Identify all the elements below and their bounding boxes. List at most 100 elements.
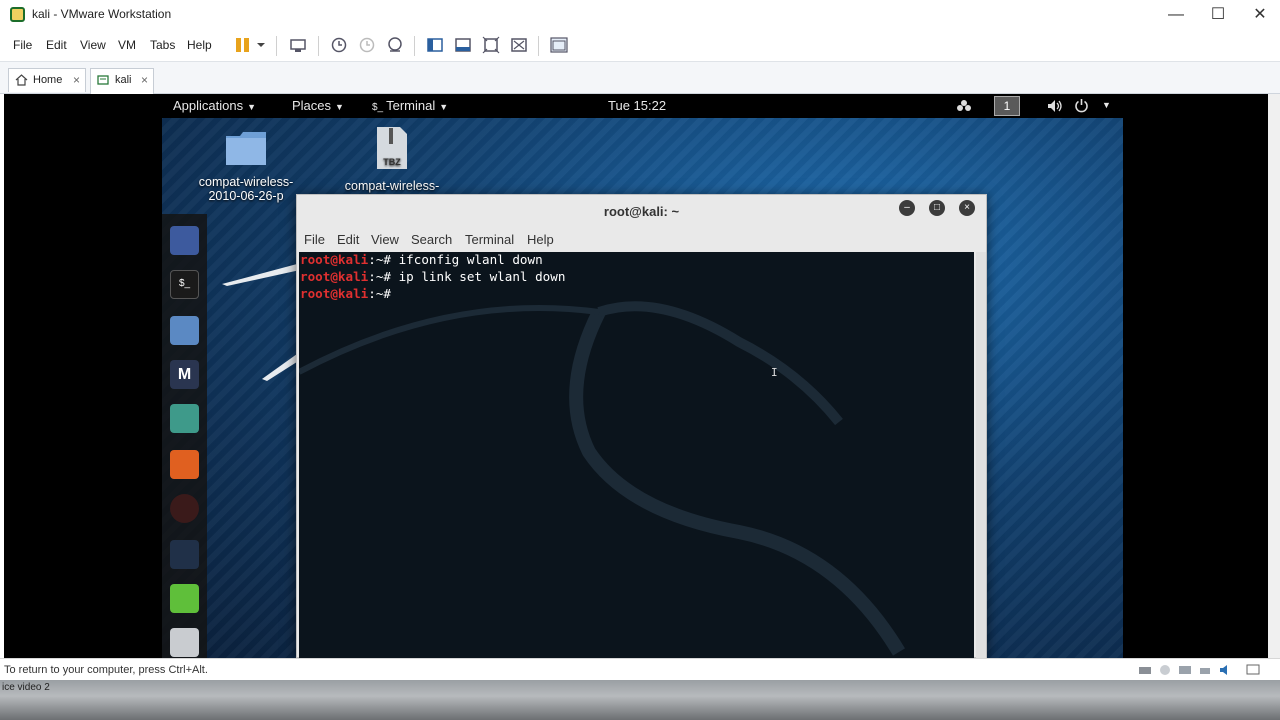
applications-menu[interactable]: Applications ▼	[173, 98, 256, 113]
toolbar-separator	[276, 36, 277, 56]
desktop-icon-label: 2010-06-26-p	[208, 189, 284, 203]
terminal-menu-help[interactable]: Help	[527, 232, 554, 247]
dock-armitage-icon[interactable]	[170, 404, 199, 433]
revert-snapshot-icon[interactable]	[358, 36, 376, 54]
terminal-output[interactable]: root@kali:~# ifconfig wlanl down root@ka…	[299, 252, 974, 658]
menu-tabs[interactable]: Tabs	[150, 38, 175, 52]
clock[interactable]: Tue 15:22	[608, 98, 666, 113]
vmware-app-icon	[10, 7, 25, 22]
release-hint: To return to your computer, press Ctrl+A…	[4, 664, 208, 676]
network-adapter-icon[interactable]	[1178, 664, 1192, 676]
full-screen-icon[interactable]	[482, 36, 500, 54]
vmware-title-bar: kali - VMware Workstation — ☐ ✕	[0, 0, 1280, 30]
dock-faraday-icon[interactable]	[170, 494, 199, 523]
dock-maltego-icon[interactable]	[170, 540, 199, 569]
terminal-app-menu[interactable]: $_ Terminal ▼	[372, 98, 448, 113]
dock-iceweasel-icon[interactable]	[170, 226, 199, 255]
unity-icon[interactable]	[510, 36, 528, 54]
background-photo-strip: ice video 2	[0, 680, 1280, 720]
terminal-menubar: File Edit View Search Terminal Help	[297, 227, 986, 251]
terminal-small-icon: $_	[372, 102, 384, 113]
vmware-tab-strip: Home × kali ×	[0, 62, 1280, 94]
desktop-archive-compat-wireless[interactable]: TBZ compat-wireless-	[332, 126, 452, 193]
menu-view[interactable]: View	[80, 38, 106, 52]
terminal-menu-file[interactable]: File	[304, 232, 325, 247]
terminal-line: root@kali:~#	[300, 286, 399, 301]
menu-help[interactable]: Help	[187, 38, 212, 52]
console-view-icon[interactable]	[550, 36, 568, 54]
caret-down-icon: ▼	[439, 102, 449, 112]
volume-icon[interactable]	[1047, 99, 1063, 113]
command-text: ifconfig wlanl down	[398, 252, 543, 267]
message-log-icon[interactable]	[1246, 664, 1260, 676]
menu-file[interactable]: File	[13, 38, 32, 52]
terminal-line: root@kali:~# ifconfig wlanl down	[300, 252, 543, 267]
menu-vm[interactable]: VM	[118, 38, 136, 52]
terminal-line: root@kali:~# ip link set wlanl down	[300, 269, 565, 284]
toolbar-separator	[318, 36, 319, 56]
maximize-button[interactable]: ☐	[1196, 0, 1240, 30]
archive-badge: TBZ	[383, 157, 401, 167]
prompt-user: root@kali	[300, 286, 369, 301]
command-text: ip link set wlanl down	[398, 269, 566, 284]
places-menu[interactable]: Places ▼	[292, 98, 344, 113]
terminal-window[interactable]: root@kali: ~ – □ × File Edit View Search…	[296, 194, 987, 658]
chevron-down-icon[interactable]	[256, 36, 266, 54]
menu-edit[interactable]: Edit	[46, 38, 67, 52]
terminal-minimize-button[interactable]: –	[899, 200, 915, 216]
caret-down-icon: ▼	[335, 102, 344, 112]
terminal-menu-edit[interactable]: Edit	[337, 232, 359, 247]
folder-icon	[226, 132, 266, 165]
prompt-user: root@kali	[300, 252, 369, 267]
dock-burpsuite-icon[interactable]	[170, 450, 199, 479]
power-icon[interactable]	[1074, 98, 1089, 113]
caret-down-icon[interactable]: ▼	[1102, 100, 1111, 110]
terminal-close-button[interactable]: ×	[959, 200, 975, 216]
close-icon[interactable]: ×	[141, 73, 148, 87]
hard-disk-icon[interactable]	[1138, 664, 1152, 676]
home-icon	[15, 74, 28, 86]
desktop-folder-compat-wireless[interactable]: compat-wireless- 2010-06-26-p	[186, 130, 306, 203]
tab-home[interactable]: Home ×	[8, 68, 86, 92]
prompt-user: root@kali	[300, 269, 369, 284]
caret-down-icon: ▼	[247, 102, 257, 112]
tab-kali[interactable]: kali ×	[90, 68, 154, 94]
snapshot-icon[interactable]	[330, 36, 348, 54]
text-cursor-icon: I	[771, 366, 778, 379]
cd-drive-icon[interactable]	[1158, 664, 1172, 676]
close-icon[interactable]: ×	[73, 73, 80, 87]
prompt-path: :~#	[368, 252, 399, 267]
window-title: kali - VMware Workstation	[32, 7, 172, 21]
pause-icon[interactable]	[234, 36, 252, 54]
dock-files-icon[interactable]	[170, 316, 199, 345]
minimize-button[interactable]: —	[1154, 0, 1198, 30]
send-ctrl-alt-del-icon[interactable]	[289, 36, 307, 54]
archive-icon: TBZ	[377, 127, 407, 169]
terminal-app-label: Terminal	[386, 98, 436, 113]
vm-guest-screen[interactable]: Applications ▼ Places ▼ $_ Terminal ▼ Tue 15…	[4, 94, 1268, 658]
show-library-icon[interactable]	[426, 36, 444, 54]
printer-icon[interactable]	[1198, 664, 1212, 676]
vmware-vertical-scrollbar[interactable]	[1268, 94, 1280, 658]
dock-leafpad-icon[interactable]	[170, 584, 199, 613]
vmware-menubar: File Edit View VM Tabs Help	[0, 30, 1280, 62]
dock-show-apps-icon[interactable]	[170, 628, 199, 657]
sound-card-icon[interactable]	[1218, 664, 1232, 676]
thumbnail-bar-icon[interactable]	[454, 36, 472, 54]
workspace-indicator[interactable]: 1	[994, 96, 1020, 116]
kali-dragon-logo	[299, 301, 906, 656]
vmware-status-bar: To return to your computer, press Ctrl+A…	[0, 658, 1280, 680]
dock-terminal-icon[interactable]: $_	[170, 270, 199, 299]
terminal-menu-search[interactable]: Search	[411, 232, 452, 247]
terminal-title-bar[interactable]: root@kali: ~ – □ ×	[297, 195, 986, 227]
snapshot-manager-icon[interactable]	[386, 36, 404, 54]
terminal-maximize-button[interactable]: □	[929, 200, 945, 216]
terminal-menu-terminal[interactable]: Terminal	[465, 232, 514, 247]
close-button[interactable]: ✕	[1238, 0, 1280, 30]
network-icon[interactable]	[956, 99, 972, 113]
tab-kali-label: kali	[115, 74, 132, 86]
dock-metasploit-icon[interactable]: M	[170, 360, 199, 389]
terminal-menu-view[interactable]: View	[371, 232, 399, 247]
terminal-scrollbar[interactable]	[976, 252, 986, 658]
favorites-dock: $_ M	[162, 214, 207, 658]
